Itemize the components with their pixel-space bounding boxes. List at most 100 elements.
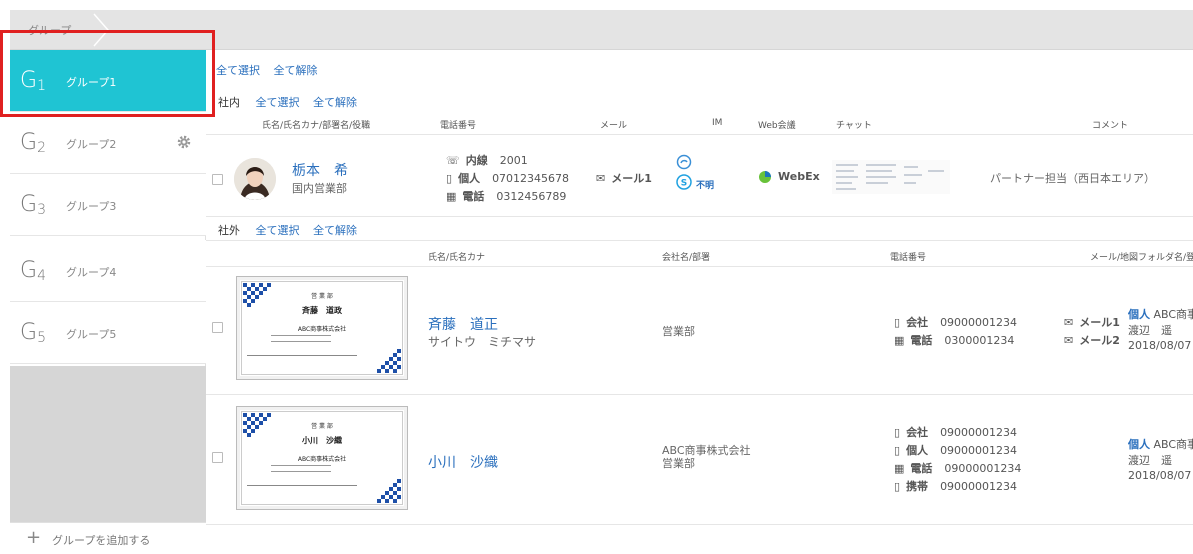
card-company: ABC商事株式会社 — [297, 456, 347, 463]
add-group-label: グループを追加する — [52, 534, 151, 547]
phone-line: ▦ 電話 0312456789 — [446, 190, 567, 203]
phone-line: ▯ 会社 09000001234 — [894, 316, 1018, 329]
internal-select-row: 社内 全て選択 全て解除 — [218, 94, 367, 110]
registrant: 渡辺 遥 — [1128, 454, 1172, 467]
mobile-icon: ▯ — [894, 316, 901, 329]
card-dept: 営 業 部 — [311, 423, 333, 430]
desk-phone-icon: ▦ — [446, 190, 457, 203]
card-company: ABC商事株式会社 — [297, 326, 347, 333]
breadcrumb-bar: グループ — [10, 10, 1193, 50]
col-header-mail-map: メール/地図 — [1090, 253, 1139, 263]
group-label: グループ2 — [66, 138, 117, 151]
sidebar-item-group4[interactable]: G4 グループ4 — [10, 240, 206, 302]
plus-icon: + — [26, 527, 42, 548]
external-select-row: 社外 全て選択 全て解除 — [218, 222, 367, 238]
col-header-chat: チャット — [836, 121, 872, 131]
phone-icon: ☏ — [446, 154, 460, 167]
deselect-all-link[interactable]: 全て解除 — [313, 96, 357, 109]
select-all-link[interactable]: 全て選択 — [256, 96, 300, 109]
group-sidebar: G1 グループ1 G2 グループ2 G3 グループ3 G4 グループ4 G5 グ… — [10, 50, 206, 554]
group-label: グループ3 — [66, 200, 117, 213]
select-all-link[interactable]: 全て選択 — [216, 64, 260, 77]
mail-icon: ✉ — [596, 172, 606, 185]
col-header-folder: フォルダ名/登録 — [1138, 253, 1193, 263]
registrant: 渡辺 遥 — [1128, 324, 1172, 337]
phone-line: ▯ 携帯 09000001234 — [894, 480, 1018, 493]
contact-name-link[interactable]: 小川 沙織 — [428, 452, 498, 472]
gear-icon[interactable] — [176, 134, 192, 150]
mail-link[interactable]: ✉ メール1 — [596, 170, 656, 186]
mail-icon: ✉ — [1064, 334, 1074, 347]
phone-line: ☏ 内線 2001 — [446, 154, 528, 167]
mobile-icon: ▯ — [446, 172, 453, 185]
registered-date: 2018/08/07 — [1128, 469, 1192, 482]
im-status: 不明 — [696, 181, 715, 191]
group-icon: G1 — [20, 68, 46, 94]
divider — [206, 240, 1193, 241]
card-pattern-bottom — [377, 479, 401, 503]
company-name: 営業部 — [662, 325, 695, 338]
group-label: グループ5 — [66, 328, 117, 341]
chevron-right-icon — [93, 13, 109, 47]
divider — [206, 134, 1193, 135]
phone-line: ▦ 電話 09000001234 — [894, 462, 1022, 475]
mail-link[interactable]: ✉ メール1 — [1064, 314, 1124, 330]
col-header-phone: 電話番号 — [440, 121, 477, 131]
contact-kana: サイトウ ミチマサ — [428, 335, 537, 349]
internal-label: 社内 — [218, 96, 240, 109]
sidebar-item-group3[interactable]: G3 グループ3 — [10, 174, 206, 236]
divider — [206, 216, 1193, 217]
card-dept: 営 業 部 — [311, 293, 333, 300]
contact-dept: 国内営業部 — [292, 182, 347, 195]
group-icon: G3 — [20, 192, 46, 218]
row-checkbox[interactable] — [212, 174, 223, 185]
breadcrumb-root[interactable]: グループ — [28, 22, 71, 38]
webex-link[interactable]: WebEx — [778, 170, 820, 183]
group-icon: G5 — [20, 320, 46, 346]
folder-link[interactable]: 個人 ABC商事 — [1128, 436, 1193, 452]
col-header-phone: 電話番号 — [890, 253, 927, 263]
chat-bubble-icon[interactable] — [676, 154, 692, 170]
contact-name-link[interactable]: 斉藤 道正 — [428, 314, 498, 334]
business-card-image[interactable]: 営 業 部 小川 沙織 ABC商事株式会社 — [236, 406, 408, 510]
sidebar-item-group1[interactable]: G1 グループ1 — [10, 50, 206, 112]
mail-link[interactable]: ✉ メール2 — [1064, 332, 1124, 348]
mobile-icon: ▯ — [894, 426, 901, 439]
contact-name-link[interactable]: 栃本 希 — [292, 160, 348, 180]
group-icon: G2 — [20, 130, 46, 156]
top-select-row: 全て選択 全て解除 — [216, 62, 328, 78]
phone-line: ▦ 電話 0300001234 — [894, 334, 1015, 347]
chat-preview-image — [832, 160, 950, 194]
sidebar-item-group2[interactable]: G2 グループ2 — [10, 112, 206, 174]
sidebar-item-group5[interactable]: G5 グループ5 — [10, 302, 206, 364]
col-header-name: 氏名/氏名カナ — [428, 253, 486, 263]
business-card-image[interactable]: 営 業 部 斉藤 道政 ABC商事株式会社 — [236, 276, 408, 380]
deselect-all-link[interactable]: 全て解除 — [274, 64, 318, 77]
skype-icon[interactable]: S — [676, 174, 692, 190]
card-name: 斉藤 道政 — [302, 306, 342, 315]
mobile-icon: ▯ — [894, 480, 901, 493]
phone-line: ▯ 個人 09000001234 — [894, 444, 1018, 457]
row-checkbox[interactable] — [212, 452, 223, 463]
comment-text: パートナー担当（西日本エリア） — [990, 172, 1155, 185]
external-label: 社外 — [218, 224, 240, 237]
phone-line: ▯ 会社 09000001234 — [894, 426, 1018, 439]
sidebar-empty-area — [10, 366, 206, 522]
col-header-name: 氏名/氏名カナ/部署名/役職 — [262, 121, 371, 131]
divider — [206, 394, 1193, 395]
group-icon: G4 — [20, 258, 46, 284]
deselect-all-link[interactable]: 全て解除 — [313, 224, 357, 237]
add-group-button[interactable]: + グループを追加する — [10, 522, 206, 554]
folder-link[interactable]: 個人 ABC商事株 — [1128, 306, 1193, 322]
col-header-company: 会社名/部署 — [662, 253, 711, 263]
group-label: グループ4 — [66, 266, 117, 279]
row-checkbox[interactable] — [212, 322, 223, 333]
mail-icon: ✉ — [1064, 316, 1074, 329]
card-name: 小川 沙織 — [302, 436, 342, 445]
select-all-link[interactable]: 全て選択 — [256, 224, 300, 237]
divider — [206, 524, 1193, 525]
registered-date: 2018/08/07 — [1128, 339, 1192, 352]
main-content: 全て選択 全て解除 社内 全て選択 全て解除 氏名/氏名カナ/部署名/役職 電話… — [206, 50, 1193, 554]
company-dept: 営業部 — [662, 457, 695, 470]
desk-phone-icon: ▦ — [894, 334, 905, 347]
